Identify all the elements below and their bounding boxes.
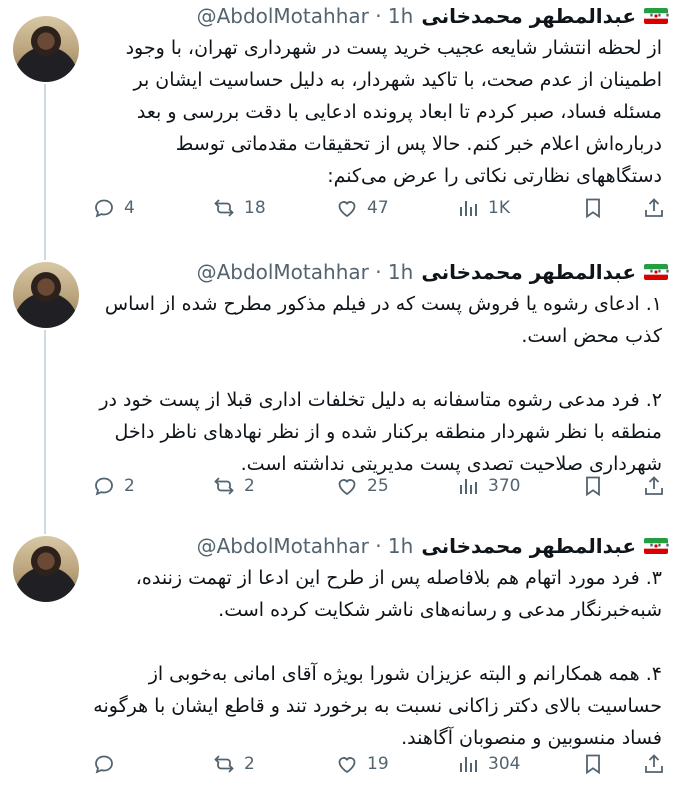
views-button[interactable]: 1K <box>456 192 510 224</box>
reply-count: 2 <box>124 476 135 496</box>
retweet-icon <box>214 755 234 773</box>
bookmark-button[interactable] <box>581 748 613 780</box>
heart-icon <box>338 201 356 218</box>
views-count: 304 <box>488 754 521 774</box>
reply-button[interactable]: 4 <box>92 192 135 224</box>
share-icon <box>645 754 663 773</box>
like-button[interactable]: 19 <box>335 748 389 780</box>
tweet-header: عبدالمطهر محمدخانی @AbdolMotahhar · 1h <box>100 534 668 558</box>
handle-time[interactable]: @AbdolMotahhar · 1h <box>197 4 414 28</box>
display-name[interactable]: عبدالمطهر محمدخانی <box>421 260 636 284</box>
share-button[interactable] <box>642 192 674 224</box>
display-name[interactable]: عبدالمطهر محمدخانی <box>421 534 636 558</box>
tweet[interactable]: عبدالمطهر محمدخانی @AbdolMotahhar · 1h ·… <box>0 0 684 250</box>
thread-line <box>44 250 46 260</box>
bookmark-icon <box>586 476 600 497</box>
thread-line <box>44 520 46 534</box>
avatar[interactable] <box>13 536 79 602</box>
like-count: 47 <box>367 198 389 218</box>
bookmark-button[interactable] <box>581 470 613 502</box>
action-bar: 2 2 25 370 <box>90 470 664 502</box>
retweet-icon <box>214 477 234 495</box>
reply-icon <box>95 755 113 774</box>
retweet-button[interactable]: 2 <box>212 748 255 780</box>
like-button[interactable]: 25 <box>335 470 389 502</box>
views-count: 370 <box>488 476 521 496</box>
retweet-icon <box>214 199 234 217</box>
action-bar: 4 18 47 1K <box>90 192 664 224</box>
views-chart-icon <box>460 479 477 494</box>
bookmark-icon <box>586 198 600 219</box>
action-bar: 2 19 304 <box>90 748 664 780</box>
avatar[interactable] <box>13 16 79 82</box>
tweet-text: ۳. فرد مورد اتهام هم بلافاصله پس از طرح … <box>93 567 662 749</box>
views-count: 1K <box>488 198 510 218</box>
retweet-count: 18 <box>244 198 266 218</box>
views-chart-icon <box>460 201 477 216</box>
reply-button[interactable] <box>92 748 124 780</box>
heart-icon <box>338 757 356 774</box>
retweet-count: 2 <box>244 754 255 774</box>
share-icon <box>645 198 663 217</box>
like-button[interactable]: 47 <box>335 192 389 224</box>
retweet-count: 2 <box>244 476 255 496</box>
tweet-header: عبدالمطهر محمدخانی @AbdolMotahhar · 1h <box>100 4 668 28</box>
views-button[interactable]: 304 <box>456 748 520 780</box>
share-button[interactable] <box>642 748 674 780</box>
tweet[interactable]: عبدالمطهر محمدخانی @AbdolMotahhar · 1h ·… <box>0 520 684 800</box>
views-chart-icon <box>460 757 477 772</box>
avatar[interactable] <box>13 262 79 328</box>
like-count: 25 <box>367 476 389 496</box>
bookmark-icon <box>586 754 600 775</box>
reply-button[interactable]: 2 <box>92 470 135 502</box>
retweet-button[interactable]: 2 <box>212 470 255 502</box>
like-count: 19 <box>367 754 389 774</box>
tweet[interactable]: عبدالمطهر محمدخانی @AbdolMotahhar · 1h ·… <box>0 250 684 520</box>
share-icon <box>645 476 663 495</box>
handle-time[interactable]: @AbdolMotahhar · 1h <box>197 260 414 284</box>
reply-count: 4 <box>124 198 135 218</box>
share-button[interactable] <box>642 470 674 502</box>
heart-icon <box>338 479 356 496</box>
tweet-text: از لحظه انتشار شایعه عجیب خرید پست در شه… <box>125 37 662 187</box>
thread-line <box>44 330 46 520</box>
thread-line <box>44 84 46 250</box>
handle-time[interactable]: @AbdolMotahhar · 1h <box>197 534 414 558</box>
bookmark-button[interactable] <box>581 192 613 224</box>
retweet-button[interactable]: 18 <box>212 192 266 224</box>
views-button[interactable]: 370 <box>456 470 520 502</box>
tweet-text: ۱. ادعای رشوه یا فروش پست که در فیلم مذک… <box>99 293 662 475</box>
reply-icon <box>95 199 113 218</box>
display-name[interactable]: عبدالمطهر محمدخانی <box>421 4 636 28</box>
tweet-header: عبدالمطهر محمدخانی @AbdolMotahhar · 1h <box>100 260 668 284</box>
reply-icon <box>95 477 113 496</box>
